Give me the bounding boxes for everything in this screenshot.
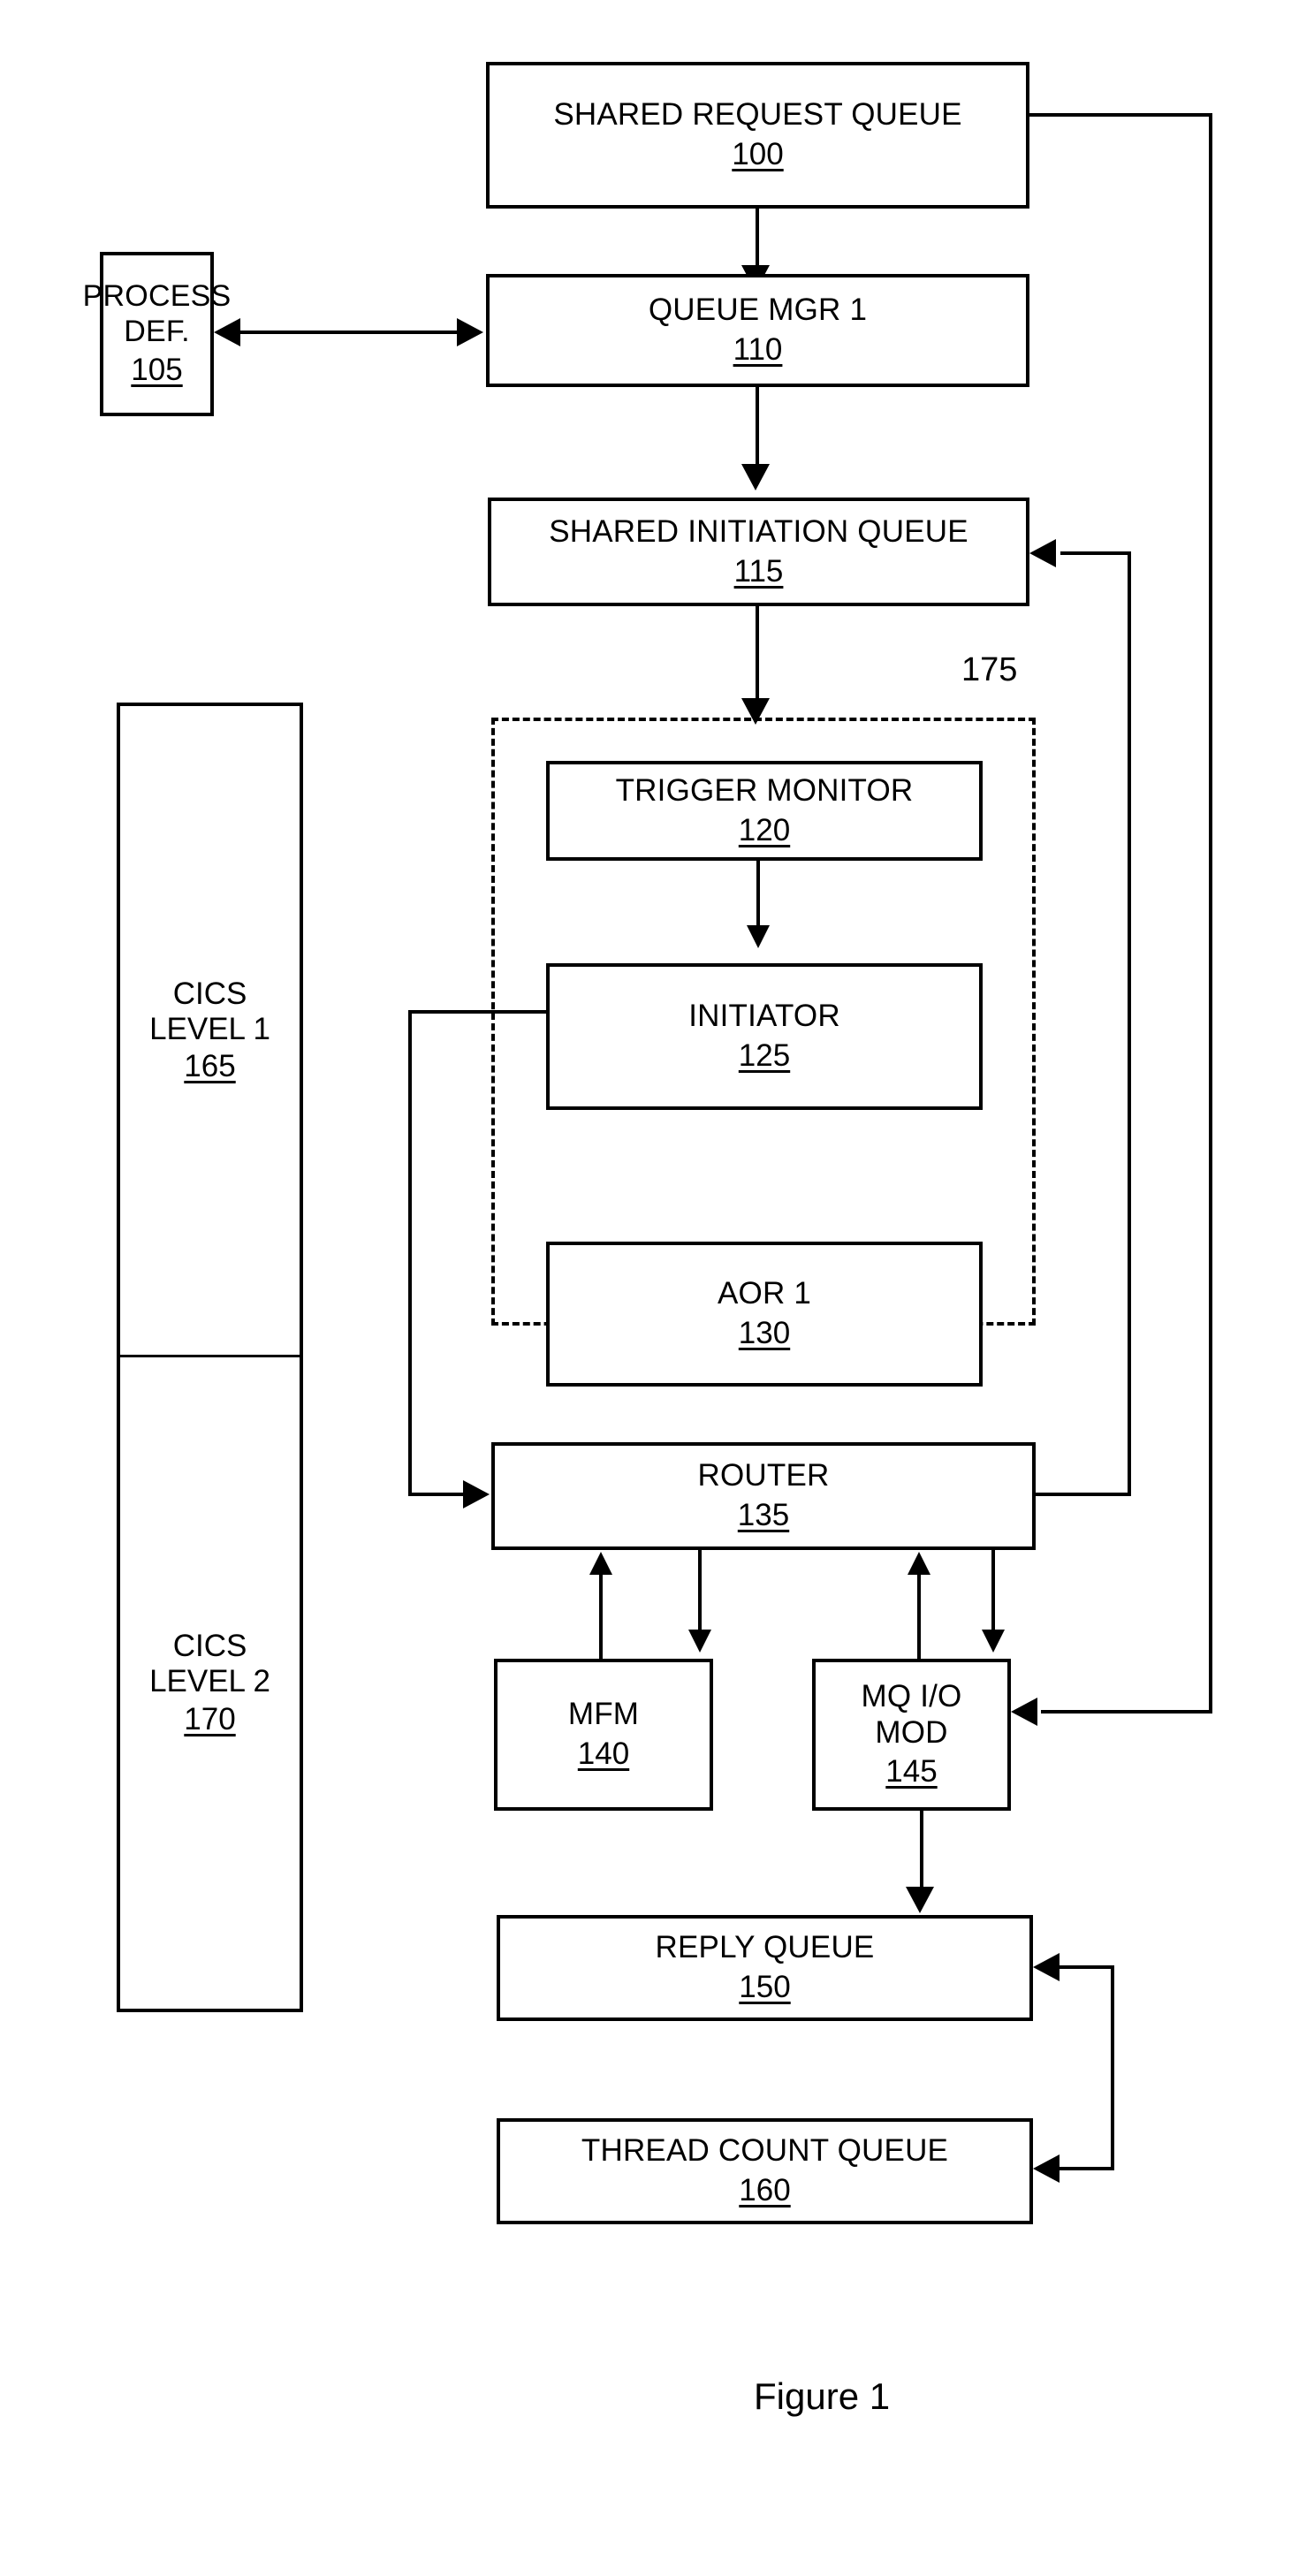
node-ref: 140 — [577, 1736, 630, 1771]
node-mq-io-mod[interactable]: MQ I/O MOD 145 — [812, 1659, 1011, 1811]
node-ref: 160 — [739, 2173, 791, 2207]
arrowhead-left-procdef — [214, 318, 240, 346]
node-title: INITIATOR — [688, 999, 840, 1034]
arrowhead-down-initiator — [747, 925, 770, 948]
arrowhead-right-router — [463, 1480, 490, 1508]
arrowhead-left-shared-initiation-queue — [1029, 539, 1056, 567]
connector-srq-down — [1209, 113, 1212, 1714]
arrowhead-up-router-from-mfm — [589, 1552, 612, 1575]
connector-loop-reply-h — [1060, 1965, 1114, 1969]
arrowhead-left-thread-count-queue — [1033, 2154, 1060, 2183]
connector-to-mqio-h — [1041, 1710, 1212, 1714]
connector-mfm-down — [698, 1550, 702, 1633]
node-title-line1: MQ I/O — [861, 1679, 962, 1714]
node-ref: 100 — [732, 137, 784, 171]
node-title: TRIGGER MONITOR — [615, 772, 914, 808]
node-reply-queue[interactable]: REPLY QUEUE 150 — [497, 1915, 1033, 2021]
connector-loop-tcq-h — [1060, 2167, 1114, 2170]
figure-caption: Figure 1 — [754, 2375, 891, 2417]
node-ref: 165 — [184, 1049, 236, 1084]
node-title: ROUTER — [697, 1458, 830, 1493]
node-ref: 125 — [738, 1038, 791, 1073]
node-ref: 145 — [885, 1754, 938, 1790]
connector-initiator-left — [408, 1010, 548, 1014]
node-shared-request-queue[interactable]: SHARED REQUEST QUEUE 100 — [486, 62, 1029, 209]
arrowhead-up-router-from-mqio — [908, 1552, 930, 1575]
arrowhead-left-reply-queue — [1033, 1953, 1060, 1981]
cics-levels-container: CICS LEVEL 1 165 CICS LEVEL 2 170 — [117, 703, 303, 2012]
node-cics-level-1[interactable]: CICS LEVEL 1 165 — [120, 706, 300, 1355]
node-title-line2: DEF. — [124, 314, 190, 348]
connector-srq-to-qmgr — [756, 209, 759, 272]
node-ref: 135 — [737, 1498, 790, 1532]
node-ref: 120 — [738, 812, 791, 847]
figure-canvas: SHARED REQUEST QUEUE 100 PROCESS DEF. 10… — [0, 0, 1314, 2576]
node-ref: 115 — [733, 553, 784, 589]
connector-router-up — [1128, 551, 1131, 1494]
connector-mqio-to-reply — [920, 1811, 923, 1892]
node-title: SHARED REQUEST QUEUE — [553, 97, 962, 133]
node-title: THREAD COUNT QUEUE — [581, 2133, 949, 2169]
node-cics-level-2[interactable]: CICS LEVEL 2 170 — [120, 1357, 300, 2009]
node-ref: 105 — [131, 353, 183, 388]
arrowhead-left-mq-io-mod — [1011, 1698, 1037, 1726]
node-title: AOR 1 — [717, 1276, 812, 1311]
arrowhead-down-siq — [741, 464, 770, 490]
arrowhead-right-qmgr — [457, 318, 483, 346]
node-router[interactable]: ROUTER 135 — [491, 1442, 1036, 1550]
node-trigger-monitor[interactable]: TRIGGER MONITOR 120 — [546, 761, 983, 861]
connector-procdef-qmgr — [240, 331, 457, 334]
connector-loop-reply-v — [1111, 1965, 1114, 2169]
node-title: MFM — [567, 1697, 640, 1732]
connector-router-right — [1032, 1493, 1131, 1496]
node-shared-initiation-queue[interactable]: SHARED INITIATION QUEUE 115 — [488, 498, 1029, 606]
arrowhead-down-mfm — [688, 1630, 711, 1653]
connector-initiator-down — [408, 1010, 412, 1494]
connector-initiator-to-router — [408, 1493, 465, 1496]
node-title-line2: LEVEL 2 — [149, 1664, 270, 1699]
node-title-line2: MOD — [875, 1714, 948, 1750]
node-title-line1: CICS — [172, 1629, 247, 1664]
node-title-line2: LEVEL 1 — [149, 1011, 270, 1046]
node-title-line1: CICS — [172, 976, 247, 1011]
arrowhead-down-mqio — [982, 1630, 1005, 1653]
arrowhead-down-reply-queue — [906, 1887, 934, 1913]
connector-mqio-down — [991, 1550, 995, 1633]
node-thread-count-queue[interactable]: THREAD COUNT QUEUE 160 — [497, 2118, 1033, 2224]
node-ref: 130 — [738, 1316, 791, 1350]
node-title: REPLY QUEUE — [655, 1930, 875, 1965]
node-ref: 110 — [733, 332, 783, 367]
group-label-175: 175 — [961, 651, 1018, 688]
node-title: QUEUE MGR 1 — [648, 293, 868, 328]
node-aor-1[interactable]: AOR 1 130 — [546, 1242, 983, 1387]
connector-to-siq-h — [1060, 551, 1129, 555]
node-mfm[interactable]: MFM 140 — [494, 1659, 713, 1811]
node-ref: 150 — [739, 1970, 791, 2004]
node-title-line1: PROCESS — [82, 279, 232, 314]
connector-srq-right — [1029, 113, 1212, 117]
node-queue-mgr-1[interactable]: QUEUE MGR 1 110 — [486, 274, 1029, 387]
node-initiator[interactable]: INITIATOR 125 — [546, 963, 983, 1110]
node-process-def[interactable]: PROCESS DEF. 105 — [83, 252, 231, 416]
node-title: SHARED INITIATION QUEUE — [549, 513, 968, 549]
node-ref: 170 — [184, 1701, 236, 1736]
